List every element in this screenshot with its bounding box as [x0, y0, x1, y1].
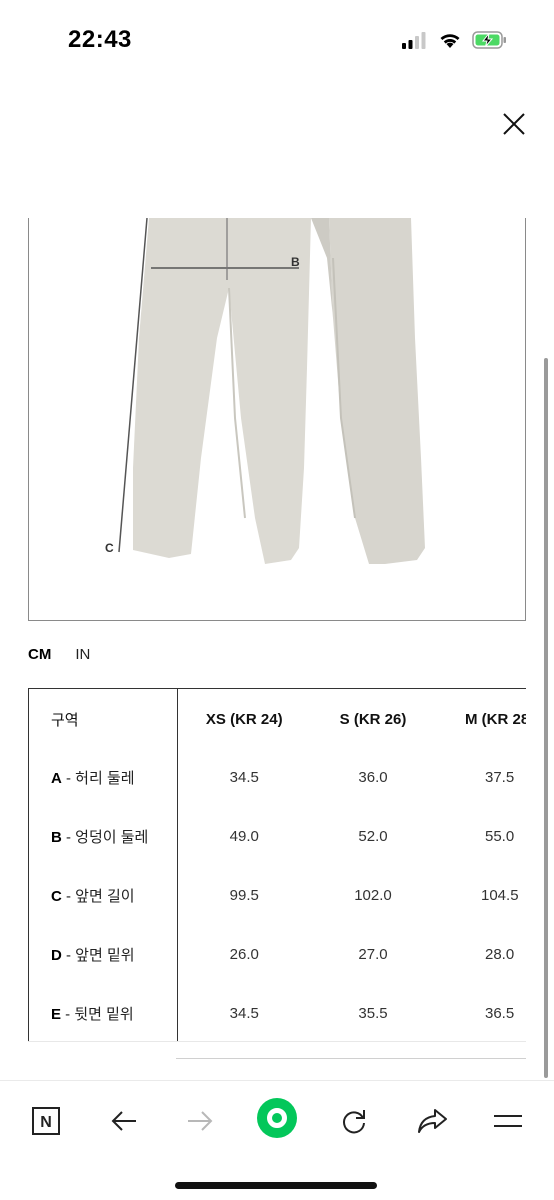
status-bar: 22:43 [0, 0, 554, 82]
zone-label: - 허리 둘레 [61, 770, 135, 787]
zone-code: C [51, 888, 62, 905]
share-icon [418, 1109, 447, 1133]
table-row: A - 허리 둘레 34.5 36.0 37.5 [29, 748, 526, 807]
reload-icon [343, 1110, 365, 1134]
home-indicator[interactable] [175, 1182, 377, 1189]
zone-label: - 앞면 밑위 [61, 947, 135, 964]
reload-button[interactable] [334, 1101, 374, 1141]
zone-code: D [51, 947, 62, 964]
back-button[interactable] [104, 1101, 144, 1141]
size-header: S (KR 26) [339, 711, 407, 728]
value-cell: 37.5 [485, 769, 515, 786]
value-cell: 104.5 [481, 887, 519, 904]
forward-arrow-icon [188, 1111, 213, 1131]
back-arrow-icon [111, 1111, 136, 1131]
value-cell: 27.0 [358, 946, 388, 963]
zone-cell: B - 엉덩이 둘레 [29, 807, 178, 866]
value-cell: 49.0 [229, 828, 259, 845]
wifi-icon [438, 31, 462, 54]
unit-cm-option[interactable]: CM [28, 646, 51, 663]
size-header: XS (KR 24) [205, 711, 283, 728]
status-icons [402, 30, 508, 54]
divider [176, 1058, 526, 1059]
zone-code: B [51, 829, 62, 846]
zone-code: A [51, 770, 62, 787]
value-cell: 26.0 [229, 946, 259, 963]
forward-button[interactable] [180, 1101, 220, 1141]
share-button[interactable] [412, 1101, 452, 1141]
signal-icon [402, 31, 428, 54]
value-cell: 35.5 [358, 1005, 388, 1022]
label-c: C [105, 541, 114, 555]
label-b: B [291, 255, 300, 269]
value-cell: 99.5 [229, 887, 259, 904]
table-row: B - 엉덩이 둘레 49.0 52.0 55.0 [29, 807, 526, 866]
value-cell: 52.0 [358, 828, 388, 845]
value-cell: 36.5 [485, 1005, 515, 1022]
size-table: 구역 XS (KR 24) S (KR 26) M (KR 28 A - 허리 … [29, 689, 526, 1041]
pants-measurement-diagram: B C [105, 218, 425, 564]
green-dot-button[interactable] [256, 1097, 298, 1139]
table-row: D - 앞면 밑위 26.0 27.0 28.0 [29, 925, 526, 984]
zone-header: 구역 [29, 689, 178, 748]
table-row: E - 뒷면 밑위 34.5 35.5 36.5 [29, 984, 526, 1041]
zone-label: - 엉덩이 둘레 [61, 829, 149, 846]
menu-button[interactable] [488, 1101, 528, 1141]
zone-label: - 뒷면 밑위 [61, 1006, 134, 1023]
table-row: C - 앞면 길이 99.5 102.0 104.5 [29, 866, 526, 925]
size-header: M (KR 28 [465, 711, 526, 728]
value-cell: 34.5 [229, 769, 259, 786]
naver-home-icon: N [32, 1107, 60, 1135]
naver-home-letter: N [40, 1114, 52, 1131]
unit-in-option[interactable]: IN [75, 646, 90, 663]
table-header-row: 구역 XS (KR 24) S (KR 26) M (KR 28 [29, 689, 526, 748]
value-cell: 28.0 [485, 946, 515, 963]
close-icon [503, 113, 525, 135]
zone-cell: D - 앞면 밑위 [29, 925, 178, 984]
zone-code: E [51, 1006, 62, 1023]
value-cell: 34.5 [229, 1005, 259, 1022]
unit-toggle: CM IN [28, 646, 90, 663]
size-table-container[interactable]: 구역 XS (KR 24) S (KR 26) M (KR 28 A - 허리 … [28, 688, 526, 1042]
divider [28, 1041, 526, 1042]
battery-charging-icon [472, 30, 508, 55]
green-dot-icon [257, 1098, 297, 1138]
value-cell: 36.0 [358, 769, 388, 786]
page-scrollbar[interactable] [544, 358, 548, 1078]
product-image-frame: B C [28, 218, 526, 621]
zone-cell: C - 앞면 길이 [29, 866, 178, 925]
status-time: 22:43 [68, 26, 132, 53]
menu-icon [494, 1115, 522, 1127]
naver-home-button[interactable]: N [26, 1101, 66, 1141]
close-button[interactable] [498, 108, 530, 140]
value-cell: 55.0 [485, 828, 515, 845]
value-cell: 102.0 [354, 887, 392, 904]
zone-cell: E - 뒷면 밑위 [29, 984, 178, 1041]
zone-cell: A - 허리 둘레 [29, 748, 178, 807]
zone-label: - 앞면 길이 [61, 888, 135, 905]
